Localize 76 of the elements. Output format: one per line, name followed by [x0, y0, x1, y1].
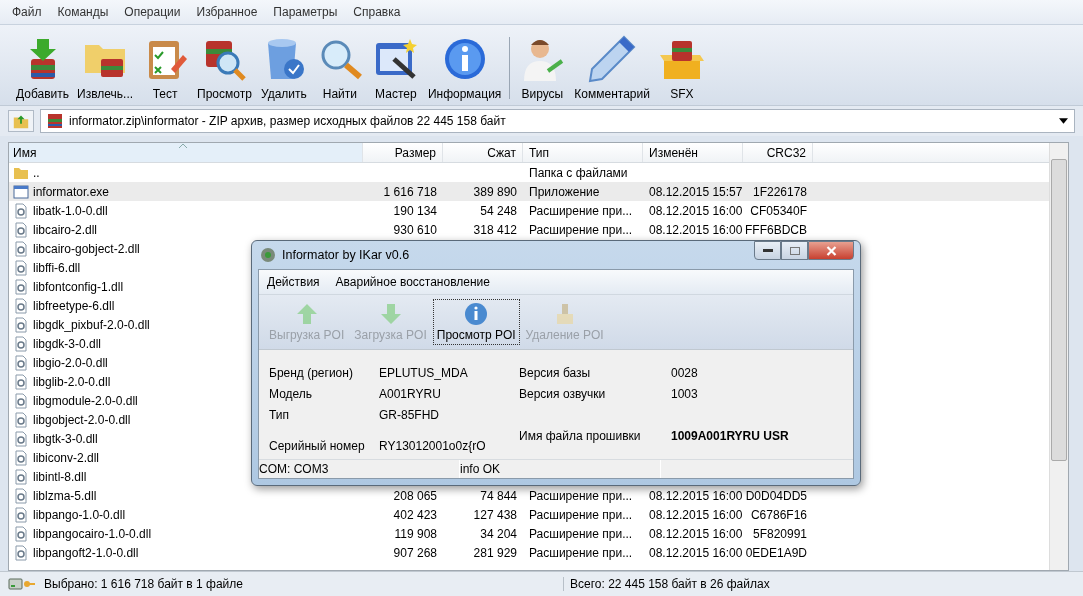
file-name: libgtk-3-0.dll	[33, 431, 98, 446]
file-name: libiconv-2.dll	[33, 450, 100, 465]
file-size: 402 423	[393, 507, 437, 522]
crc-value: CF05340F	[750, 203, 807, 218]
status-text: Выбрано: 1 616 718 байт в 1 файле	[44, 577, 243, 591]
field-label: Версия озвучки	[519, 386, 607, 401]
file-name: libfontconfig-1.dll	[33, 279, 124, 294]
modified-date: 08.12.2015 16:00	[649, 203, 743, 218]
packed-size: 34 204	[480, 526, 517, 541]
window-title: Informator by IKar v0.6	[282, 248, 410, 262]
file-name: informator.exe	[33, 184, 110, 199]
modified-date: 08.12.2015 16:00	[649, 545, 743, 560]
file-name: libffi-6.dll	[33, 260, 81, 275]
packed-size: 281 929	[473, 545, 517, 560]
field-value: RY13012001o0z{rO	[379, 439, 486, 453]
file-size: 930 610	[393, 222, 437, 237]
file-name: libpangoft2-1.0-0.dll	[33, 545, 139, 560]
file-name: libpango-1.0-0.dll	[33, 507, 126, 522]
crc-value: C6786F16	[750, 507, 807, 522]
file-name: libgobject-2.0-0.dll	[33, 412, 131, 427]
field-value: 0028	[671, 365, 698, 380]
packed-size: 74 844	[480, 488, 517, 503]
file-name: libatk-1.0-0.dll	[33, 203, 108, 218]
crc-value: FFF6BDCB	[745, 222, 807, 237]
modified-date: 08.12.2015 16:00	[649, 488, 743, 503]
packed-size: 318 412	[473, 222, 517, 237]
file-size: 190 134	[393, 203, 437, 218]
field-value: GR-85FHD	[379, 407, 439, 422]
file-name: ..	[33, 165, 40, 180]
status-text: COM: COM3	[259, 460, 460, 478]
modified-date: 08.12.2015 16:00	[649, 507, 743, 522]
file-name: libgio-2.0-0.dll	[33, 355, 108, 370]
file-name: libpangocairo-1.0-0.dll	[33, 526, 152, 541]
file-type: Приложение	[529, 184, 600, 199]
file-type: Расширение при...	[529, 545, 633, 560]
file-type: Расширение при...	[529, 222, 633, 237]
field-label: Версия базы	[519, 365, 592, 380]
file-size: 208 065	[393, 488, 437, 503]
modified-date: 08.12.2015 16:00	[649, 526, 743, 541]
file-name: libcairo-gobject-2.dll	[33, 241, 140, 256]
crc-value: 0EDE1A9D	[745, 545, 807, 560]
field-label: Тип	[269, 407, 290, 422]
file-type: Расширение при...	[529, 488, 633, 503]
file-name: libcairo-2.dll	[33, 222, 98, 237]
crc-value: 5F820991	[752, 526, 807, 541]
file-size: 1 616 718	[383, 184, 437, 199]
status-text: Всего: 22 445 158 байт в 26 файлах	[570, 577, 770, 591]
field-value: EPLUTUS_MDA	[379, 365, 468, 380]
crc-value: 1F226178	[752, 184, 807, 199]
file-type: Расширение при...	[529, 526, 633, 541]
packed-size: 389 890	[473, 184, 517, 199]
packed-size: 54 248	[480, 203, 517, 218]
field-label: Модель	[269, 386, 314, 401]
file-type: Расширение при...	[529, 203, 633, 218]
modified-date: 08.12.2015 15:57	[649, 184, 743, 199]
field-value: 1009A001RYRU USR	[671, 429, 789, 443]
modified-date: 08.12.2015 16:00	[649, 222, 743, 237]
field-label: Бренд (регион)	[269, 365, 354, 380]
field-value: 1003	[671, 386, 698, 401]
crc-value: D0D04DD5	[745, 488, 807, 503]
file-name: libgdk-3-0.dll	[33, 336, 102, 351]
field-value: A001RYRU	[379, 386, 441, 401]
file-name: libglib-2.0-0.dll	[33, 374, 111, 389]
status-text: info OK	[460, 460, 661, 478]
file-type: Расширение при...	[529, 507, 633, 522]
file-size: 907 268	[393, 545, 437, 560]
file-type: Папка с файлами	[529, 165, 628, 180]
file-name: libgdk_pixbuf-2.0-0.dll	[33, 317, 150, 332]
packed-size: 127 438	[473, 507, 517, 522]
file-name: libgmodule-2.0-0.dll	[33, 393, 138, 408]
file-size: 119 908	[394, 526, 437, 541]
field-label: Имя файла прошивки	[519, 429, 642, 443]
field-label: Серийный номер	[269, 439, 366, 453]
file-name: libfreetype-6.dll	[33, 298, 115, 313]
file-name: liblzma-5.dll	[33, 488, 97, 503]
file-name: libintl-8.dll	[33, 469, 87, 484]
